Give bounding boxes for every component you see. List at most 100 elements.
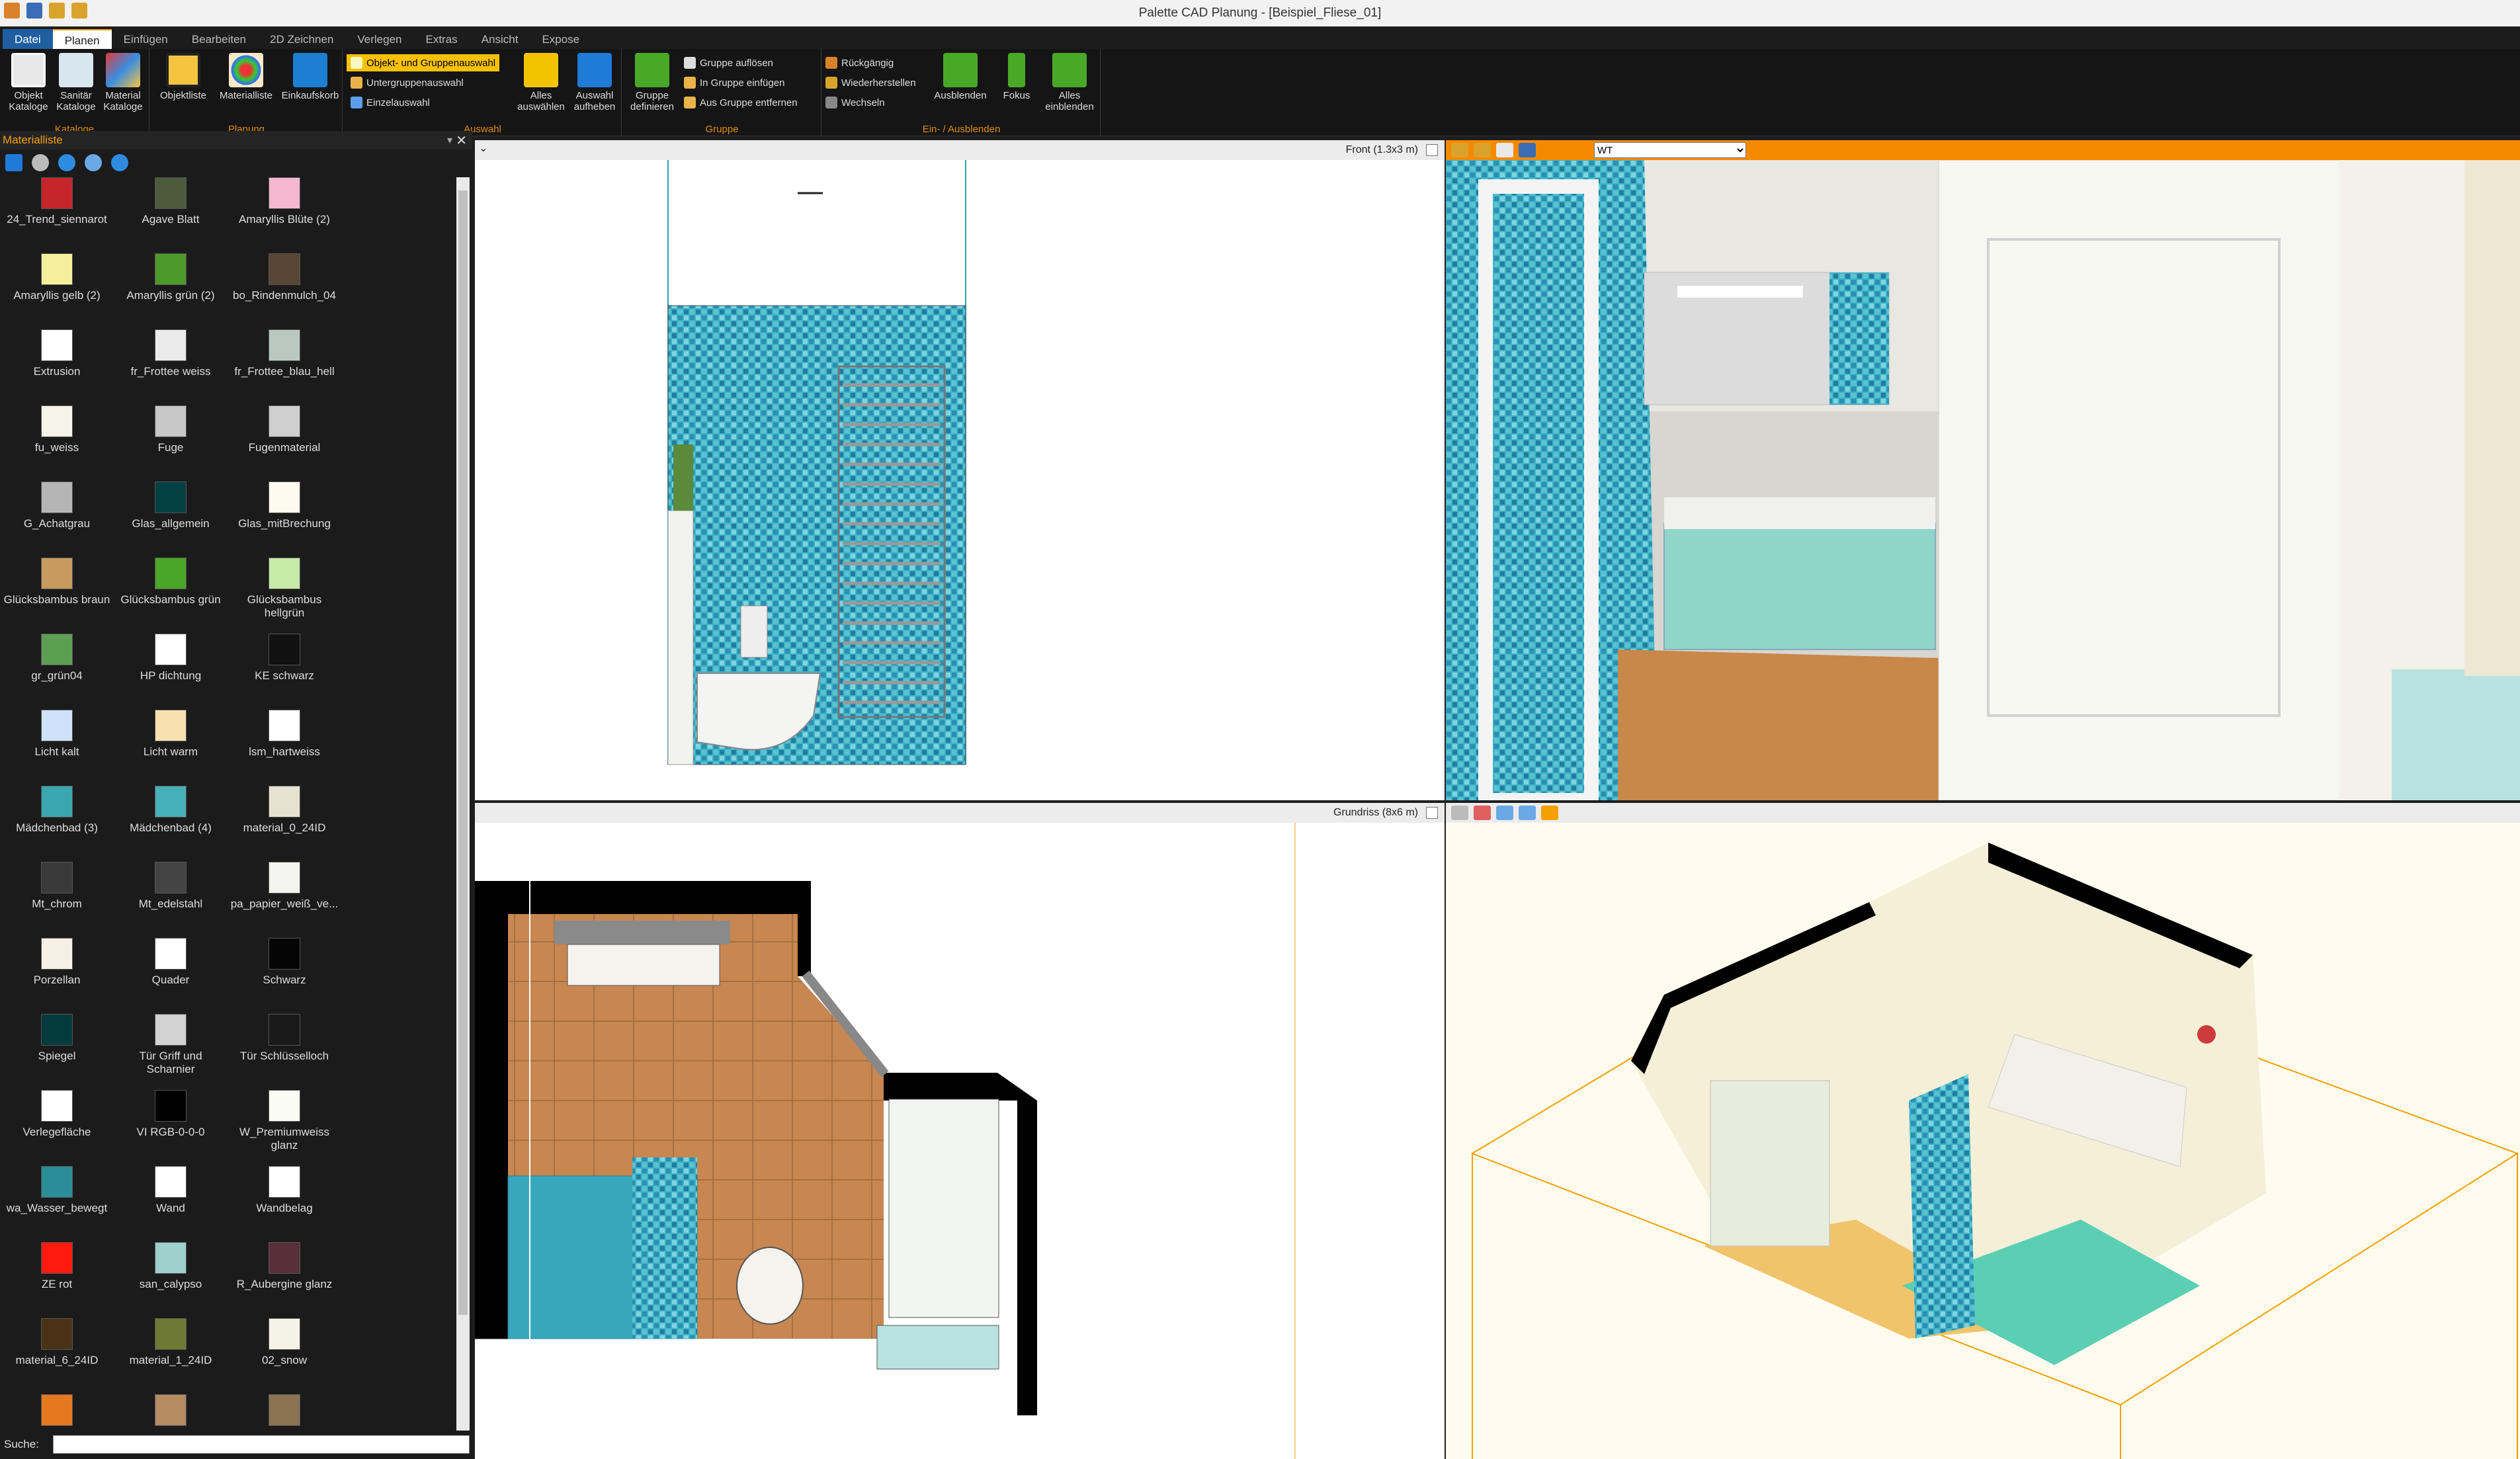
objektliste-button[interactable]: Objektliste — [153, 53, 213, 101]
fokus-button[interactable]: Fokus — [993, 53, 1040, 101]
untergruppenauswahl-button[interactable]: Untergruppenauswahl — [351, 74, 464, 91]
material-item[interactable]: Quader — [114, 938, 228, 987]
check-icon[interactable] — [5, 154, 22, 171]
chevron-down-icon[interactable]: ⌄ — [479, 142, 487, 155]
refresh-icon[interactable] — [32, 154, 49, 171]
material-item[interactable]: gr_grün04 — [0, 634, 114, 683]
menu-datei[interactable]: Datei — [3, 29, 53, 49]
search-input[interactable] — [53, 1435, 470, 1454]
wiederherstellen-button[interactable]: Wiederherstellen — [825, 74, 916, 91]
material-item[interactable]: fu_weiss — [0, 405, 114, 454]
viewport-grundriss[interactable]: Grundriss (8x6 m) — [475, 803, 1445, 1459]
viewport-checkbox[interactable] — [1426, 144, 1438, 156]
material-kataloge-button[interactable]: Material Kataloge — [99, 53, 147, 112]
remove-icon[interactable] — [85, 154, 102, 171]
material-item[interactable]: G_Achatgrau — [0, 481, 114, 530]
material-item[interactable]: Amaryllis grün (2) — [114, 253, 228, 302]
menu-extras[interactable]: Extras — [414, 29, 470, 49]
material-item[interactable]: Glas_mitBrechung — [228, 481, 341, 530]
sanitaer-kataloge-button[interactable]: Sanitär Kataloge — [53, 53, 99, 112]
material-item[interactable]: Licht kalt — [0, 710, 114, 759]
material-item[interactable]: Licht warm — [114, 710, 228, 759]
material-item[interactable]: Mt_chrom — [0, 862, 114, 911]
material-item[interactable]: Mädchenbad (3) — [0, 786, 114, 835]
in-gruppe-einfuegen-button[interactable]: In Gruppe einfügen — [684, 74, 784, 91]
auswahl-aufheben-button[interactable]: Auswahl aufheben — [569, 53, 620, 112]
material-item[interactable]: Tür Schlüsselloch — [228, 1014, 341, 1063]
menu-planen[interactable]: Planen — [52, 29, 112, 49]
menu-einfuegen[interactable]: Einfügen — [112, 29, 180, 49]
einkaufskorb-button[interactable]: Einkaufskorb — [279, 53, 341, 101]
help-icon[interactable] — [111, 154, 128, 171]
gruppe-definieren-button[interactable]: Gruppe definieren — [626, 53, 679, 112]
material-item[interactable] — [0, 1394, 114, 1430]
scrollbar-thumb[interactable] — [458, 190, 468, 1315]
material-item[interactable]: Tür Griff und Scharnier — [114, 1014, 228, 1076]
material-item[interactable]: Glücksbambus hellgrün — [228, 558, 341, 620]
viewport-isometric[interactable] — [1446, 803, 2520, 1459]
material-item[interactable]: Verlegefläche — [0, 1090, 114, 1139]
zoom-icon[interactable] — [1451, 806, 1468, 820]
copy-icon[interactable] — [1496, 143, 1513, 157]
einzelauswahl-button[interactable]: Einzelauswahl — [351, 94, 430, 111]
material-item[interactable]: Amaryllis gelb (2) — [0, 253, 114, 302]
material-item[interactable]: san_calypso — [114, 1242, 228, 1291]
menu-2d-zeichnen[interactable]: 2D Zeichnen — [258, 29, 345, 49]
viewport-front[interactable]: ⌄ Front (1.3x3 m) — [475, 140, 1445, 800]
menu-ansicht[interactable]: Ansicht — [470, 29, 530, 49]
material-item[interactable]: Spiegel — [0, 1014, 114, 1063]
material-item[interactable]: material_0_24ID — [228, 786, 341, 835]
material-item[interactable]: Fuge — [114, 405, 228, 454]
walk-icon[interactable] — [1474, 806, 1491, 820]
material-item[interactable]: Porzellan — [0, 938, 114, 987]
material-item[interactable]: lsm_hartweiss — [228, 710, 341, 759]
material-item[interactable]: 24_Trend_siennarot — [0, 177, 114, 226]
panel-scrollbar[interactable] — [456, 177, 470, 1431]
copy-icon[interactable] — [1519, 806, 1536, 820]
close-icon[interactable]: ✕ — [456, 132, 467, 149]
material-item[interactable]: Schwarz — [228, 938, 341, 987]
material-item[interactable]: 02_snow — [228, 1318, 341, 1367]
gruppe-aufloesen-button[interactable]: Gruppe auflösen — [684, 54, 773, 71]
material-item[interactable]: W_Premiumweiss glanz — [228, 1090, 341, 1152]
material-item[interactable]: VI RGB-0-0-0 — [114, 1090, 228, 1139]
material-item[interactable]: pa_papier_weiß_ve... — [228, 862, 341, 911]
material-item[interactable] — [228, 1394, 341, 1430]
pin-icon[interactable]: ▾ — [447, 134, 452, 147]
objekt-kataloge-button[interactable]: Objekt Kataloge — [5, 53, 52, 112]
viewport-checkbox[interactable] — [1426, 807, 1438, 819]
material-item[interactable]: Wandbelag — [228, 1166, 341, 1215]
materialliste-button[interactable]: Materialliste — [214, 53, 278, 101]
material-item[interactable]: HP dichtung — [114, 634, 228, 683]
camera-icon[interactable] — [1451, 143, 1468, 157]
view-icon[interactable] — [1496, 806, 1513, 820]
rueckgaengig-button[interactable]: Rückgängig — [825, 54, 894, 71]
material-item[interactable]: Extrusion — [0, 329, 114, 378]
material-item[interactable]: ZE rot — [0, 1242, 114, 1291]
material-item[interactable]: Amaryllis Blüte (2) — [228, 177, 341, 226]
render-icon[interactable] — [1519, 143, 1536, 157]
material-item[interactable]: Fugenmaterial — [228, 405, 341, 454]
material-item[interactable]: wa_Wasser_bewegt — [0, 1166, 114, 1215]
menu-verlegen[interactable]: Verlegen — [345, 29, 413, 49]
material-item[interactable]: material_1_24ID — [114, 1318, 228, 1367]
menu-bearbeiten[interactable]: Bearbeiten — [180, 29, 258, 49]
material-item[interactable]: Glücksbambus braun — [0, 558, 114, 606]
material-item[interactable]: fr_Frottee weiss — [114, 329, 228, 378]
material-item[interactable]: bo_Rindenmulch_04 — [228, 253, 341, 302]
alles-einblenden-button[interactable]: Alles einblenden — [1041, 53, 1098, 112]
aus-gruppe-entfernen-button[interactable]: Aus Gruppe entfernen — [684, 94, 798, 111]
material-item[interactable]: KE schwarz — [228, 634, 341, 683]
view-icon[interactable] — [1474, 143, 1491, 157]
material-item[interactable]: Wand — [114, 1166, 228, 1215]
material-item[interactable]: material_6_24ID — [0, 1318, 114, 1367]
menu-expose[interactable]: Expose — [530, 29, 591, 49]
alles-auswaehlen-button[interactable]: Alles auswählen — [516, 53, 566, 112]
material-item[interactable]: fr_Frottee_blau_hell — [228, 329, 341, 378]
material-item[interactable]: Mt_edelstahl — [114, 862, 228, 911]
ausblenden-button[interactable]: Ausblenden — [929, 53, 992, 101]
material-item[interactable]: Glücksbambus grün — [114, 558, 228, 606]
material-item[interactable] — [114, 1394, 228, 1430]
camera-dropdown[interactable]: WT — [1594, 142, 1746, 158]
wechseln-button[interactable]: Wechseln — [825, 94, 885, 111]
